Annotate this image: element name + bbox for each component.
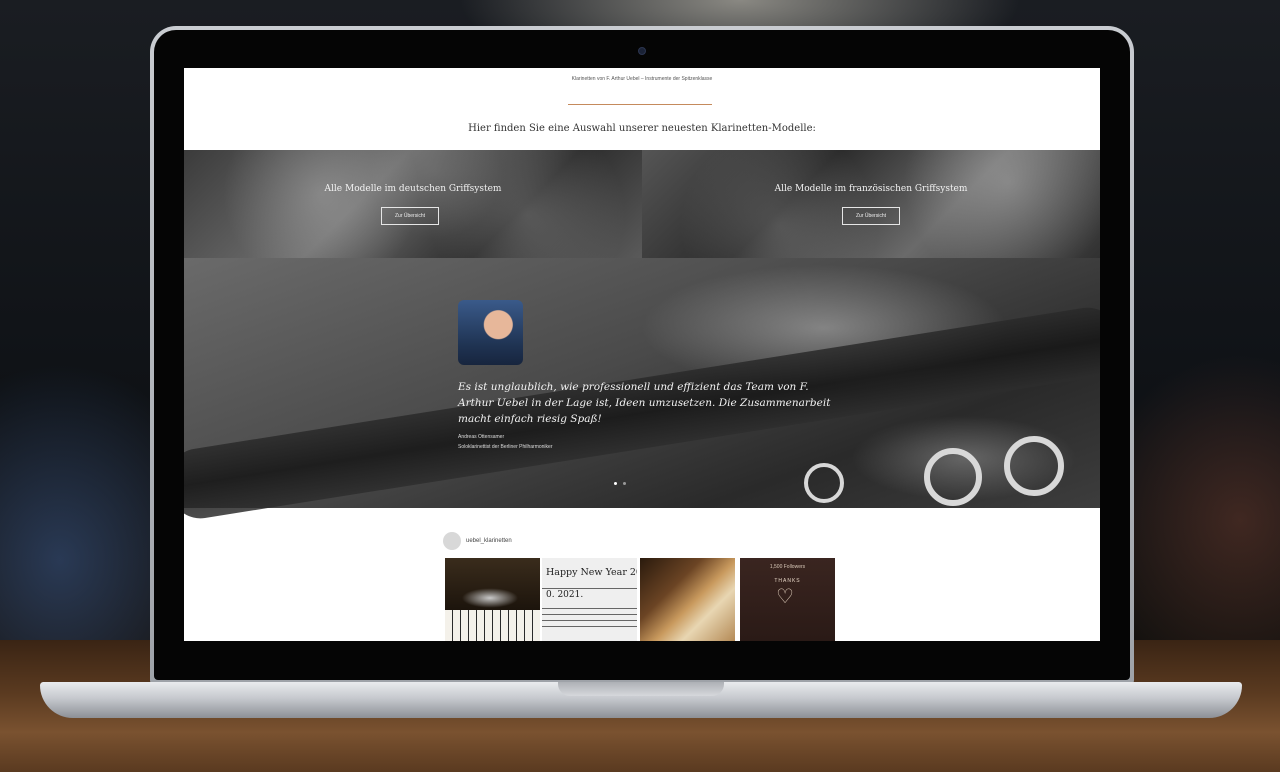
instagram-tile-piano[interactable] [445, 558, 540, 641]
testimonial-author: Andreas Ottensamer [458, 434, 505, 440]
german-system-title: Alle Modelle im deutschen Griffsystem [324, 184, 502, 194]
german-system-panel[interactable]: Alle Modelle im deutschen Griffsystem Zu… [184, 150, 642, 258]
laptop-notch [558, 682, 724, 696]
testimonial-slider: Es ist unglaublich, wie professionell un… [184, 258, 1100, 523]
new-year-title: Happy New Year 2021 [546, 567, 637, 578]
french-system-panel[interactable]: Alle Modelle im französischen Griffsyste… [642, 150, 1100, 258]
website-screen: Klarinetten von F. Arthur Uebel – Instru… [184, 68, 1100, 641]
testimonial-avatar [458, 300, 523, 365]
page-tagline: Klarinetten von F. Arthur Uebel – Instru… [571, 76, 713, 82]
instagram-handle[interactable]: uebel_klarinetten [466, 538, 512, 544]
camera-icon [638, 47, 646, 55]
german-overview-button[interactable]: Zur Übersicht [381, 207, 439, 225]
clarinet-key-ring [924, 448, 982, 506]
slider-dot[interactable] [623, 482, 626, 485]
staff-line [542, 608, 637, 609]
instagram-tile-thanks[interactable]: 1,500 Followers THANKS ♡ [740, 558, 835, 641]
staff-line [542, 626, 637, 627]
new-year-notes: 0. 2021. [546, 590, 584, 600]
testimonial-quote: Es ist unglaublich, wie professionell un… [458, 381, 831, 425]
instagram-avatar[interactable] [443, 532, 461, 550]
accent-divider [568, 104, 712, 105]
staff-line [542, 614, 637, 615]
instagram-tile-sheet-music[interactable] [640, 558, 735, 641]
clarinet-key-ring [804, 463, 844, 503]
staff-line [542, 620, 637, 621]
slider-dots [614, 482, 626, 485]
followers-text: 1,500 Followers [769, 564, 806, 570]
testimonial-role: Soloklarinettist der Berliner Philharmon… [458, 444, 553, 450]
staff-line [542, 588, 637, 589]
french-overview-button[interactable]: Zur Übersicht [842, 207, 900, 225]
instagram-tile-new-year[interactable]: Happy New Year 2021 0. 2021. [542, 558, 637, 641]
slider-dot[interactable] [614, 482, 617, 485]
french-system-title: Alle Modelle im französischen Griffsyste… [774, 184, 968, 194]
clarinet-key-ring [1004, 436, 1064, 496]
intro-heading: Hier finden Sie eine Auswahl unserer neu… [468, 123, 816, 134]
heart-icon: ♡ [776, 584, 794, 608]
